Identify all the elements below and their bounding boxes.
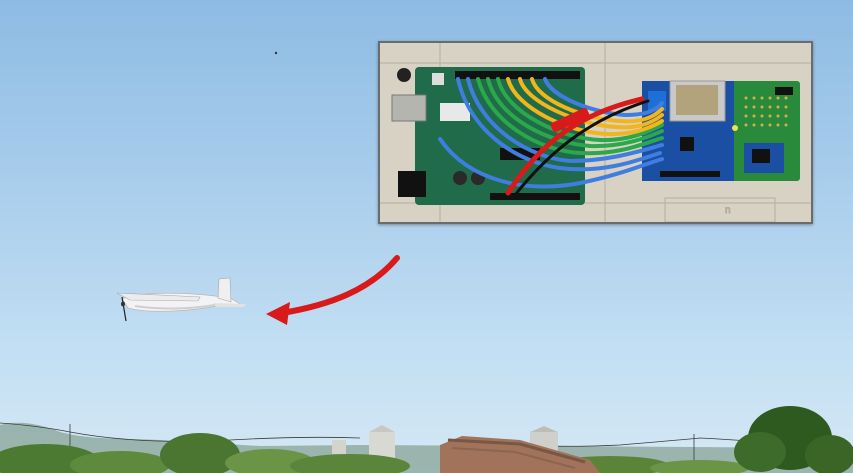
- svg-text:n: n: [725, 205, 731, 216]
- arrow-curve: [279, 255, 400, 316]
- electronics-inset: n: [378, 41, 813, 224]
- sensor-module: [642, 80, 800, 181]
- arrowhead: [266, 302, 290, 325]
